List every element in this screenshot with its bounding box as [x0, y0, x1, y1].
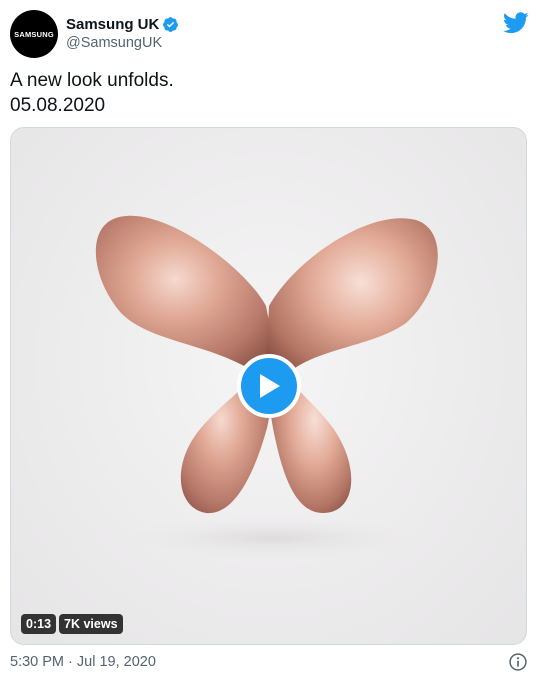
user-handle[interactable]: @SamsungUK: [66, 35, 179, 51]
video-player[interactable]: 0:13 7K views: [10, 127, 527, 645]
display-name[interactable]: Samsung UK: [66, 16, 159, 33]
play-button[interactable]: [237, 354, 301, 418]
video-duration-badge: 0:13: [21, 614, 57, 634]
tweet-timestamp[interactable]: 5:30 PM · Jul 19, 2020: [10, 654, 156, 670]
tweet-date-line: 05.08.2020: [10, 95, 106, 116]
display-name-row: Samsung UK: [66, 14, 179, 34]
tweet-footer: 5:30 PM · Jul 19, 2020: [10, 652, 535, 674]
info-icon[interactable]: [508, 652, 528, 672]
twitter-bird-icon[interactable]: [503, 12, 529, 34]
video-views-badge: 7K views: [59, 614, 123, 634]
tweet-header: SAMSUNG Samsung UK @SamsungUK: [10, 10, 535, 60]
avatar-logo-text: SAMSUNG: [14, 29, 54, 39]
tweet-text-line: A new look unfolds.: [10, 70, 174, 91]
tweet-card: SAMSUNG Samsung UK @SamsungUK A new look…: [0, 0, 545, 682]
verified-badge-icon: [163, 16, 179, 32]
video-badges: 0:13 7K views: [21, 614, 123, 634]
play-icon: [260, 374, 280, 398]
tweet-text: A new look unfolds. 05.08.2020: [10, 68, 174, 118]
avatar[interactable]: SAMSUNG: [10, 10, 58, 58]
user-info: Samsung UK @SamsungUK: [66, 14, 179, 51]
